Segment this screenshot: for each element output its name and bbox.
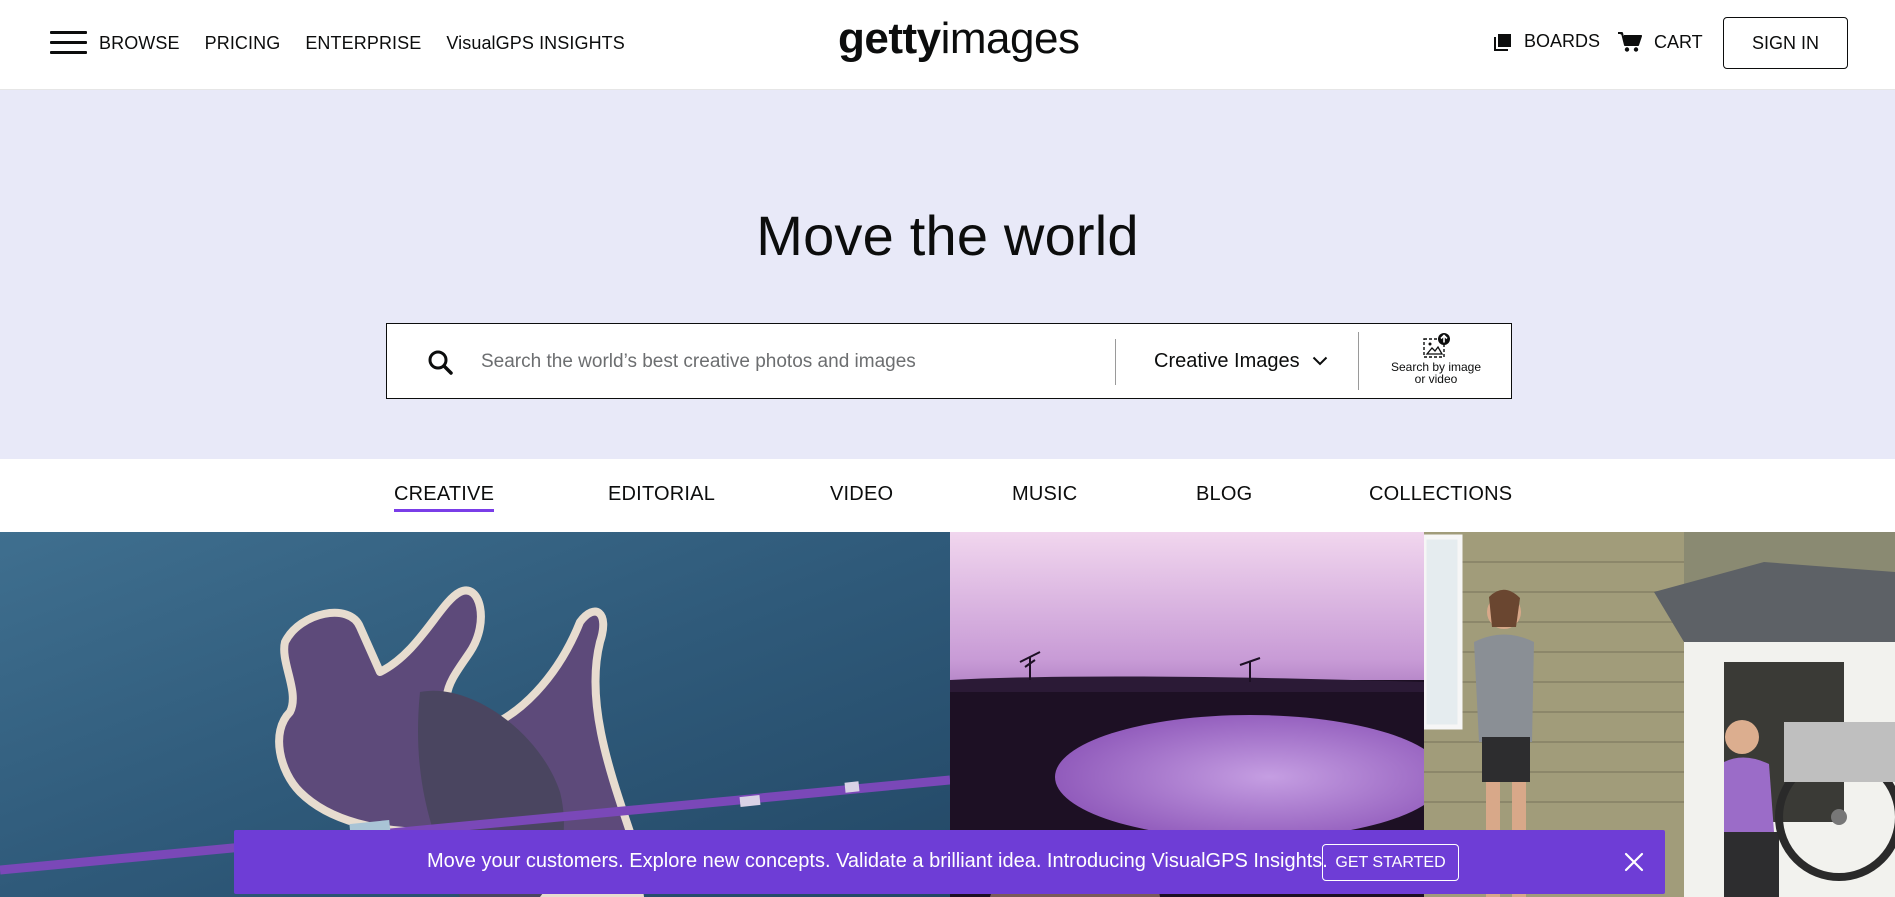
nav-visualgps-insights[interactable]: VisualGPS INSIGHTS: [446, 33, 625, 54]
close-icon[interactable]: [1624, 852, 1644, 872]
search-type-selected: Creative Images: [1154, 349, 1300, 372]
site-header: BROWSE PRICING ENTERPRISE VisualGPS INSI…: [0, 0, 1895, 90]
tab-creative[interactable]: CREATIVE: [394, 483, 495, 512]
boards-link[interactable]: BOARDS: [1494, 31, 1600, 52]
chevron-down-icon: [1312, 356, 1327, 366]
gettyimages-logo[interactable]: gettyimages: [838, 14, 1080, 64]
banner-text: Move your customers. Explore new concept…: [427, 850, 1328, 872]
nav-pricing[interactable]: PRICING: [205, 33, 281, 54]
sign-in-button[interactable]: SIGN IN: [1723, 17, 1848, 69]
search-divider: [1115, 339, 1116, 385]
image-search-icon: [1423, 333, 1450, 358]
hero-section: Move the world Creative Images Search by…: [0, 90, 1895, 459]
search-input[interactable]: [479, 338, 1093, 386]
visualgps-promo-banner: Move your customers. Explore new concept…: [234, 830, 1665, 894]
hero-title: Move the world: [756, 204, 1139, 267]
logo-bold-text: getty: [838, 14, 941, 63]
main-nav: BROWSE PRICING ENTERPRISE VisualGPS INSI…: [99, 0, 650, 86]
search-icon[interactable]: [427, 349, 453, 375]
cart-label: CART: [1654, 31, 1703, 52]
hamburger-icon[interactable]: [50, 29, 87, 57]
search-by-image-label: Search by image or video: [1390, 360, 1482, 386]
cart-link[interactable]: CART: [1618, 31, 1703, 53]
search-type-dropdown[interactable]: Creative Images: [1154, 324, 1328, 398]
boards-label: BOARDS: [1524, 31, 1601, 51]
cart-icon: [1618, 32, 1642, 52]
tab-editorial[interactable]: EDITORIAL: [608, 483, 715, 506]
search-divider: [1358, 332, 1359, 390]
search-bar: Creative Images Search by image or video: [386, 323, 1512, 399]
get-started-button[interactable]: GET STARTED: [1322, 844, 1459, 881]
search-by-image-button[interactable]: Search by image or video: [1361, 330, 1511, 394]
tab-video[interactable]: VIDEO: [830, 483, 893, 506]
boards-icon: [1494, 33, 1511, 51]
logo-light-text: images: [940, 14, 1080, 63]
content-tabs: CREATIVE EDITORIAL VIDEO MUSIC BLOG COLL…: [0, 459, 1895, 532]
tab-music[interactable]: MUSIC: [1012, 483, 1077, 506]
nav-enterprise[interactable]: ENTERPRISE: [305, 33, 421, 54]
nav-browse[interactable]: BROWSE: [99, 33, 180, 54]
tab-collections[interactable]: COLLECTIONS: [1369, 483, 1512, 506]
tab-blog[interactable]: BLOG: [1196, 483, 1252, 506]
